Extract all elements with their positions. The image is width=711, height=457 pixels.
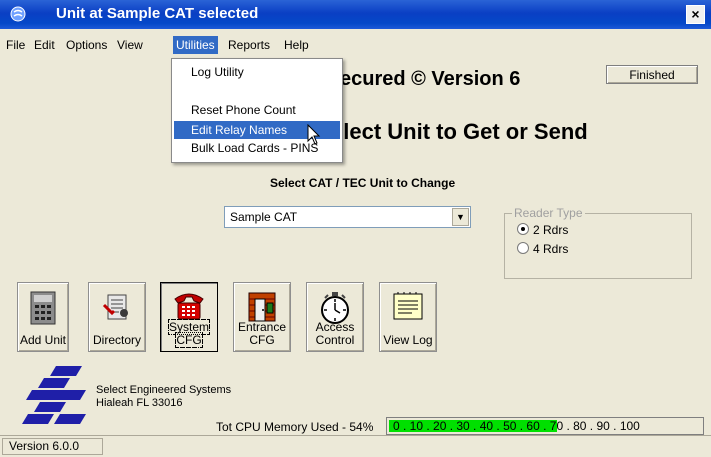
finished-button-label: Finished <box>629 68 675 82</box>
entrance-cfg-button[interactable]: Entrance CFG <box>233 282 291 352</box>
system-cfg-line2: CFG <box>175 332 203 348</box>
app-title: ecured © Version 6 <box>340 68 521 90</box>
radio-4-rdrs-label: 4 Rdrs <box>533 242 569 256</box>
radio-2-rdrs[interactable]: 2 Rdrs <box>517 223 568 237</box>
entrance-cfg-label: Entrance CFG <box>234 321 290 347</box>
mouse-cursor-icon <box>307 124 321 145</box>
ses-logo <box>22 366 86 424</box>
telephone-icon <box>174 293 204 320</box>
keypad-icon <box>30 291 56 325</box>
system-cfg-button[interactable]: System CFG <box>160 282 218 352</box>
utilities-dropdown-menu: Log Utility Reset Phone Count Edit Relay… <box>171 58 343 163</box>
reader-type-group: Reader Type 2 Rdrs 4 Rdrs <box>504 206 692 279</box>
system-cfg-label: System CFG <box>161 319 217 348</box>
unit-combo-box[interactable]: Sample CAT ▼ <box>224 206 471 228</box>
company-location: Hialeah FL 33016 <box>96 397 183 409</box>
entrance-door-icon <box>248 292 276 322</box>
chevron-down-icon[interactable]: ▼ <box>452 208 469 226</box>
main-window: Unit at Sample CAT selected × File Edit … <box>0 0 711 457</box>
directory-label: Directory <box>92 333 141 347</box>
finished-button[interactable]: Finished <box>606 65 698 84</box>
reader-type-legend: Reader Type <box>512 206 585 220</box>
page-heading: elect Unit to Get or Send <box>331 119 588 144</box>
menu-view[interactable]: View <box>115 38 145 52</box>
entrance-cfg-line1: Entrance <box>237 320 287 334</box>
radio-unselected-icon <box>517 242 529 254</box>
select-unit-label: Select CAT / TEC Unit to Change <box>270 176 456 190</box>
radio-selected-icon <box>517 223 529 235</box>
menu-file[interactable]: File <box>4 38 27 52</box>
access-control-button[interactable]: Access Control <box>306 282 364 352</box>
directory-button[interactable]: Directory <box>88 282 146 352</box>
menu-utilities[interactable]: Utilities <box>173 36 218 54</box>
menu-help[interactable]: Help <box>282 38 311 52</box>
menu-item-reset-phone-count[interactable]: Reset Phone Count <box>174 101 340 119</box>
window-title: Unit at Sample CAT selected <box>56 5 259 22</box>
system-cfg-line1: System <box>167 319 211 335</box>
menu-reports[interactable]: Reports <box>226 38 272 52</box>
access-control-label: Access Control <box>307 321 363 347</box>
close-icon[interactable]: × <box>686 5 705 24</box>
status-bar: Version 6.0.0 <box>0 435 711 457</box>
radio-2-rdrs-label: 2 Rdrs <box>533 223 569 237</box>
entrance-cfg-line2: CFG <box>249 333 275 347</box>
unit-combo-value: Sample CAT <box>230 210 298 224</box>
menu-options[interactable]: Options <box>64 38 109 52</box>
add-unit-button[interactable]: Add Unit <box>17 282 69 352</box>
menu-item-log-utility[interactable]: Log Utility <box>174 63 340 81</box>
cpu-memory-meter: 0 . 10 . 20 . 30 . 40 . 50 . 60 . 70 . 8… <box>386 417 704 435</box>
directory-icon <box>102 294 128 320</box>
add-unit-label: Add Unit <box>19 333 67 347</box>
main-panel: ecured © Version 6 Finished elect Unit t… <box>0 58 711 435</box>
view-log-label: View Log <box>383 333 433 347</box>
access-control-line2: Control <box>315 333 355 347</box>
radio-4-rdrs[interactable]: 4 Rdrs <box>517 242 568 256</box>
title-bar: Unit at Sample CAT selected × <box>0 0 711 29</box>
version-status: Version 6.0.0 <box>2 438 103 455</box>
company-info: Select Engineered Systems Hialeah FL 330… <box>96 384 231 410</box>
menu-bar: File Edit Options View Utilities Reports… <box>0 29 711 58</box>
menu-edit[interactable]: Edit <box>32 38 57 52</box>
app-icon <box>10 6 26 22</box>
view-log-button[interactable]: View Log <box>379 282 437 352</box>
cpu-memory-label: Tot CPU Memory Used - 54% <box>216 420 374 434</box>
company-name: Select Engineered Systems <box>96 384 232 396</box>
cpu-memory-scale: 0 . 10 . 20 . 30 . 40 . 50 . 60 . 70 . 8… <box>393 419 640 433</box>
log-notepad-icon <box>393 292 423 320</box>
access-control-line1: Access <box>315 320 355 334</box>
